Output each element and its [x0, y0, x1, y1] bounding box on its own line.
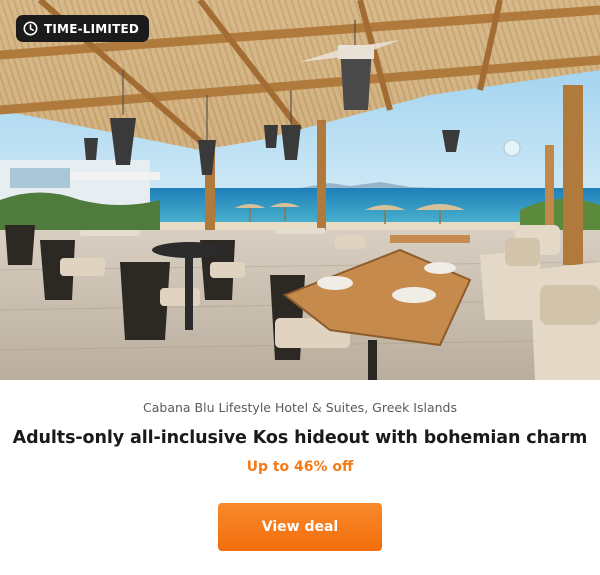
- deal-details: Cabana Blu Lifestyle Hotel & Suites, Gre…: [0, 380, 600, 575]
- time-limited-badge: TIME-LIMITED: [16, 15, 150, 42]
- clock-icon: [23, 21, 38, 36]
- badge-label: TIME-LIMITED: [44, 21, 140, 36]
- view-deal-button[interactable]: View deal: [218, 503, 382, 551]
- hero-image[interactable]: TIME-LIMITED: [0, 0, 600, 380]
- deal-card[interactable]: TIME-LIMITED Cabana Blu Lifestyle Hotel …: [0, 0, 600, 575]
- discount-label: Up to 46% off: [246, 459, 354, 475]
- deal-headline[interactable]: Adults-only all-inclusive Kos hideout wi…: [0, 428, 600, 448]
- hotel-name: Cabana Blu Lifestyle Hotel & Suites, Gre…: [143, 400, 457, 415]
